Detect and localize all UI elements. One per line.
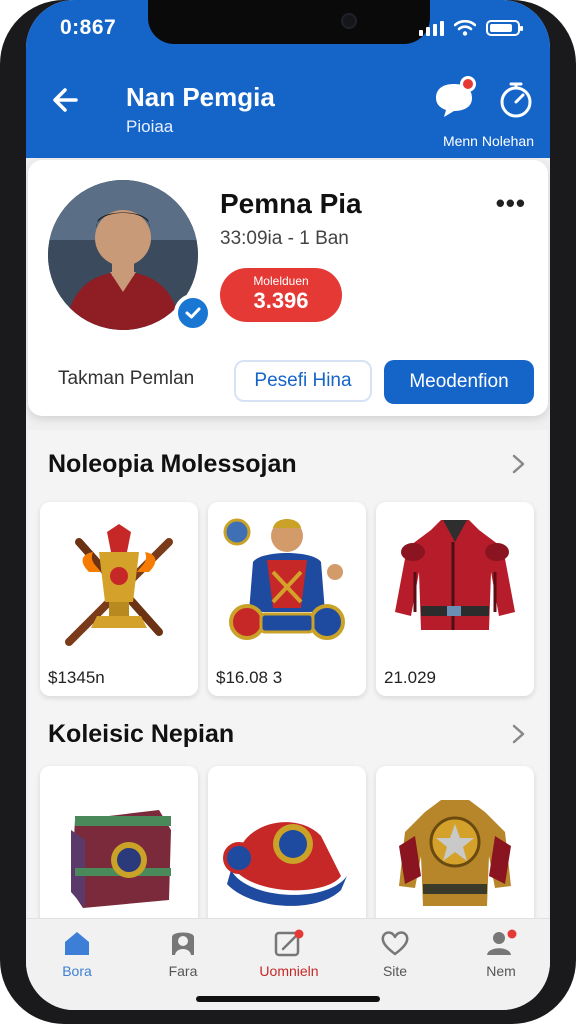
nav-label: Uomnieln — [259, 963, 319, 979]
secondary-button[interactable]: Pesefi Hina — [234, 360, 372, 402]
home-indicator[interactable] — [196, 996, 380, 1002]
section-title: Noleopia Molessojan — [48, 450, 297, 478]
timer-icon[interactable] — [496, 78, 536, 120]
phone-frame: 0:867 Nan Pemgia Pioiaa Menn Nolehan Pem… — [0, 0, 576, 1024]
status-time: 0:867 — [60, 16, 117, 39]
price-label: Molelduen — [253, 274, 309, 288]
item-price: 21.029 — [384, 668, 436, 687]
item-price: $1345n — [48, 668, 105, 687]
nav-label: Site — [382, 963, 408, 979]
collection-item[interactable]: 21.029 — [376, 502, 534, 696]
nav-label: Bora — [62, 963, 92, 979]
price-badge: Molelduen 3.396 — [220, 268, 342, 322]
heart-icon — [381, 931, 409, 956]
warrior-badge-figure-icon — [223, 518, 345, 640]
golden-star-armor-icon — [399, 800, 511, 906]
header-right-label[interactable]: Menn Nolehan — [443, 133, 534, 149]
camera-notch — [148, 0, 430, 44]
chevron-right-icon[interactable] — [508, 724, 528, 744]
header-title: Nan Pemgia — [126, 82, 275, 112]
primary-button[interactable]: Meodenfion — [384, 360, 534, 404]
treasure-chest-icon — [71, 810, 171, 908]
profile-icon — [172, 932, 194, 955]
profile-footer-text: Takman Pemlan — [58, 368, 195, 389]
home-icon — [65, 932, 89, 955]
nav-item-edit[interactable]: Uomnieln — [244, 929, 334, 981]
golden-torch-trophy-icon — [65, 524, 173, 646]
item-price: $16.08 3 — [216, 668, 283, 687]
nav-item-profile[interactable]: Fara — [138, 929, 228, 981]
app-screen: 0:867 Nan Pemgia Pioiaa Menn Nolehan Pem… — [26, 0, 550, 1010]
edit-icon — [274, 929, 304, 957]
nav-item-user[interactable]: Nem — [456, 929, 546, 981]
red-blue-cap-icon — [223, 822, 347, 906]
collection-section-2: Koleisic Nepian — [28, 712, 548, 936]
nav-label: Fara — [168, 963, 198, 979]
camera-lens — [341, 13, 357, 29]
collection-item[interactable]: $1345n — [40, 502, 198, 696]
more-options-icon[interactable]: ••• — [496, 188, 526, 219]
status-icons — [419, 20, 523, 36]
section-title: Koleisic Nepian — [48, 720, 235, 748]
collection-item[interactable] — [40, 766, 198, 936]
chevron-right-icon[interactable] — [508, 454, 528, 474]
price-value: 3.396 — [253, 288, 309, 313]
collection-item[interactable] — [376, 766, 534, 936]
battery-icon — [486, 20, 523, 36]
nav-label: Nem — [486, 963, 516, 979]
wifi-icon — [454, 20, 476, 36]
nav-item-favorites[interactable]: Site — [350, 929, 440, 981]
header-subtitle: Pioiaa — [126, 117, 174, 136]
profile-card: Pemna Pia 33:09ia - 1 Ban ••• Molelduen … — [28, 160, 548, 416]
profile-name: Pemna Pia — [220, 188, 362, 219]
notification-badge — [460, 76, 476, 92]
back-arrow-icon[interactable] — [46, 80, 86, 120]
profile-meta: 33:09ia - 1 Ban — [220, 228, 349, 249]
verified-badge-icon — [174, 294, 212, 332]
collection-section-1: Noleopia Molessojan $1345n $16.08 3 21.0… — [28, 430, 548, 712]
signal-icon — [419, 20, 444, 36]
collection-item[interactable] — [208, 766, 366, 936]
nav-item-home[interactable]: Bora — [32, 929, 122, 981]
collection-item[interactable]: $16.08 3 — [208, 502, 366, 696]
red-armor-jacket-icon — [395, 520, 515, 630]
user-icon — [487, 929, 517, 955]
